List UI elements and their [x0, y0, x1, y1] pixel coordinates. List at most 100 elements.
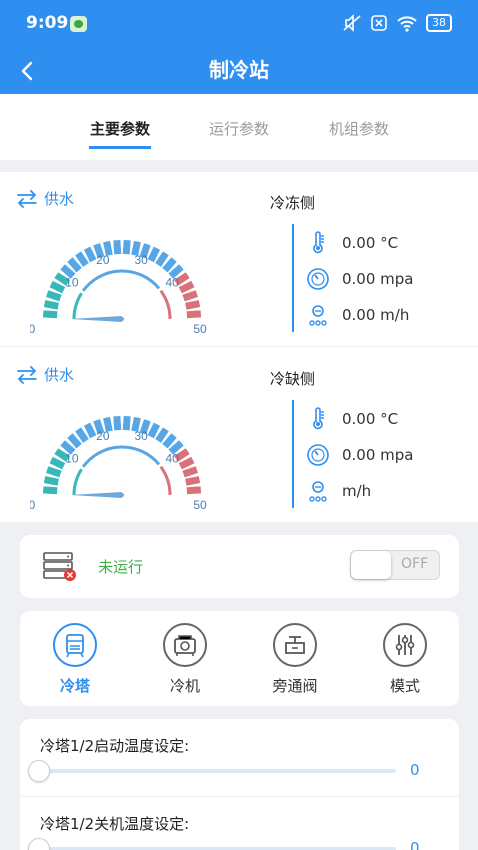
gauge-inner-arc	[81, 269, 161, 292]
gauge-inner-arc	[159, 465, 172, 496]
gauge-segment	[155, 427, 169, 443]
bypass-valve-icon	[285, 636, 305, 654]
pressure-gauge-icon	[307, 268, 329, 290]
gauge-segment	[67, 433, 82, 449]
run-status-card: 未运行 OFF	[20, 535, 459, 598]
app-notification-icon	[70, 16, 87, 32]
gauge-panel: 供水 0 10 20 30 40 50 冷冻侧 0.00 °C 0.00 mpa 0.00…	[0, 172, 478, 522]
mode-bypass-valve[interactable]: 旁通阀	[260, 623, 330, 698]
gauge-tick-label: 10	[65, 276, 79, 290]
gauge-segment	[185, 476, 201, 486]
icon-circle	[383, 623, 427, 667]
tab-unit-params[interactable]: 机组参数	[329, 118, 389, 139]
flow-value: m/h	[342, 482, 372, 500]
gauge-tick-label: 50	[193, 322, 207, 336]
gauge-segment	[185, 300, 201, 310]
thermometer-icon	[313, 231, 324, 254]
temperature-value: 0.00 °C	[342, 234, 399, 252]
gauge-segment	[42, 486, 58, 495]
tab-active-indicator	[89, 146, 151, 149]
gauge-tick-label: 0	[30, 322, 36, 336]
gauge-segment	[42, 310, 58, 319]
supply-switch[interactable]: 供水	[16, 364, 74, 385]
section-divider	[0, 346, 478, 347]
status-time: 9:09	[26, 13, 69, 33]
temperature-value: 0.00 °C	[342, 410, 399, 428]
tab-run-params[interactable]: 运行参数	[209, 118, 269, 139]
gauge-inner-arc	[72, 292, 83, 320]
gauge-segment	[83, 246, 97, 263]
gauge-segment	[113, 239, 122, 255]
setting-label: 冷塔1/2关机温度设定:	[40, 815, 190, 833]
mode-settings[interactable]: 模式	[370, 623, 440, 698]
mode-label: 冷机	[169, 677, 200, 695]
status-icons: 38	[342, 14, 452, 32]
mute-icon	[343, 14, 361, 32]
tab-bar: 主要参数 运行参数 机组参数	[0, 94, 478, 160]
gauge-segment	[46, 466, 62, 478]
slider-thumb[interactable]	[28, 760, 50, 782]
gauge-hub	[120, 493, 124, 497]
temperature-metric: 0.00 °C	[306, 406, 398, 432]
mode-cooling-tower[interactable]: 冷塔	[40, 623, 110, 698]
page-title: 制冷站	[209, 58, 269, 82]
mode-sliders-icon	[395, 635, 415, 655]
gauge-segment	[113, 415, 122, 431]
tab-main-params[interactable]: 主要参数	[90, 118, 150, 139]
supply-switch[interactable]: 供水	[16, 188, 74, 209]
swap-arrows-icon	[17, 189, 37, 208]
gauge-segment	[75, 251, 89, 267]
flow-value: 0.00 m/h	[342, 306, 410, 324]
flow-icon	[309, 481, 327, 502]
slider-value: 0	[410, 839, 420, 850]
side-title: 冷缺侧	[270, 370, 316, 388]
gauge-segment	[43, 300, 59, 310]
gauge-cooling: 0 10 20 30 40 50	[30, 415, 207, 512]
gauge-tick-label: 0	[30, 498, 36, 512]
gauge-segment	[49, 456, 66, 470]
settings-card: 冷塔1/2启动温度设定: 0 冷塔1/2关机温度设定: 0	[20, 719, 459, 850]
gauge-hub	[120, 317, 124, 321]
flow-metric: 0.00 m/h	[306, 302, 409, 328]
mode-label: 旁通阀	[272, 677, 318, 695]
gauge-tick-label: 40	[165, 452, 179, 466]
run-status-text: 未运行	[98, 558, 144, 576]
gauge-tick-label: 50	[193, 498, 207, 512]
gauge-segment	[186, 486, 202, 495]
swap-arrows-icon	[17, 365, 37, 384]
gauge-tick-label: 20	[96, 429, 110, 443]
mode-chiller[interactable]: 冷机	[150, 623, 220, 698]
toggle-knob[interactable]	[351, 551, 391, 579]
pressure-metric: 0.00 mpa	[306, 442, 414, 468]
server-error-icon	[43, 552, 76, 581]
slider-thumb[interactable]	[28, 838, 50, 850]
mode-label: 模式	[389, 677, 420, 695]
status-bar: 9:09 38	[0, 0, 478, 48]
gauge-tick-label: 30	[134, 429, 148, 443]
gauge-segment	[182, 466, 198, 478]
mode-label: 冷塔	[59, 677, 90, 695]
gauge-segment	[49, 280, 66, 294]
gauge-segment	[147, 422, 161, 439]
device-mode-card: 冷塔 冷机 旁通阀 模式	[20, 611, 459, 706]
metric-divider	[292, 400, 294, 508]
gauge-tick-label: 20	[96, 253, 110, 267]
battery-indicator: 38	[426, 14, 452, 32]
gauge-segment	[162, 433, 177, 449]
start-temp-setting: 冷塔1/2启动温度设定: 0	[20, 719, 459, 797]
pressure-metric: 0.00 mpa	[306, 266, 414, 292]
pressure-value: 0.00 mpa	[342, 270, 414, 288]
gauge-segment	[122, 239, 131, 255]
gauge-segment	[162, 257, 177, 273]
supply-label: 供水	[44, 190, 75, 208]
gauge-freeze: 0 10 20 30 40 50	[30, 239, 207, 336]
power-toggle[interactable]: OFF	[350, 550, 440, 580]
thermometer-icon	[313, 407, 324, 430]
pressure-gauge-icon	[307, 444, 329, 466]
freeze-side-section: 供水 0 10 20 30 40 50 冷冻侧 0.00 °C 0.00 mpa 0.00…	[0, 172, 478, 347]
gauge-needle	[70, 492, 122, 498]
slider-track[interactable]	[40, 769, 396, 773]
stop-temp-setting: 冷塔1/2关机温度设定: 0	[20, 797, 459, 850]
gauge-segment	[67, 257, 82, 273]
gauge-segment	[186, 310, 202, 319]
